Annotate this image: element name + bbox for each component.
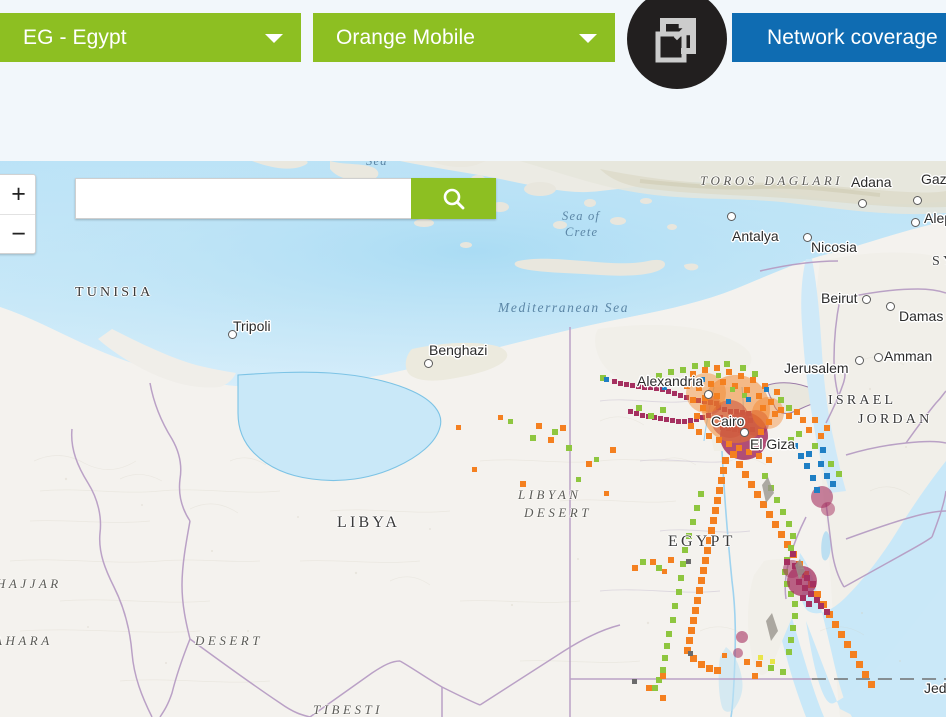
top-toolbar: EG - Egypt Orange Mobile Network coverag… <box>0 0 946 161</box>
operator-select-value: Orange Mobile <box>336 25 476 49</box>
map-canvas <box>0 161 946 717</box>
search-button[interactable] <box>411 178 496 219</box>
map-zoom-controls[interactable]: + − <box>0 174 36 254</box>
search-input[interactable] <box>75 178 411 219</box>
coverage-map[interactable]: Sea Sea of Crete Mediterranean Sea TOROS… <box>0 161 946 717</box>
search-icon <box>443 188 464 209</box>
network-coverage-label: Network coverage <box>767 25 938 49</box>
zoom-out-button[interactable]: − <box>0 214 35 253</box>
zoom-in-button[interactable]: + <box>0 175 35 214</box>
chevron-down-icon <box>265 33 283 43</box>
operator-select[interactable]: Orange Mobile <box>313 13 615 62</box>
country-select-value: EG - Egypt <box>23 25 127 49</box>
network-coverage-button[interactable]: Network coverage <box>732 13 946 62</box>
expand-button[interactable] <box>627 0 727 89</box>
country-select[interactable]: EG - Egypt <box>0 13 301 62</box>
app-root: EG - Egypt Orange Mobile Network coverag… <box>0 0 946 717</box>
map-search[interactable] <box>75 178 496 219</box>
expand-window-icon <box>655 18 696 63</box>
chevron-down-icon <box>579 33 597 43</box>
